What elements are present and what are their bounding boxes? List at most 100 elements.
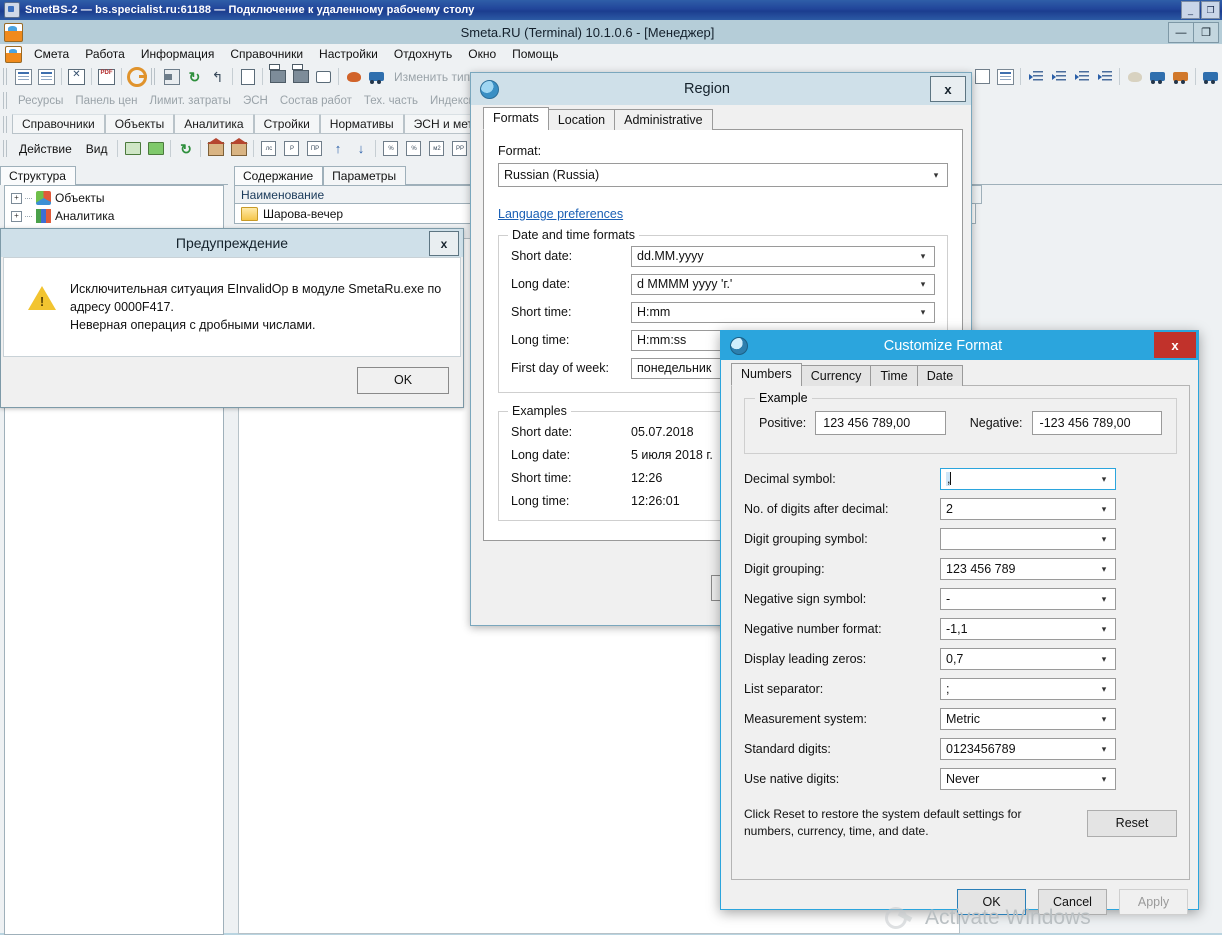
p-icon[interactable]: Р [281,139,302,158]
pp-icon[interactable]: РР [449,139,470,158]
short-date-combobox[interactable]: dd.MM.yyyy ▾ [631,245,935,267]
close-icon[interactable]: x [930,76,966,102]
tab-soderzhanie[interactable]: Содержание [234,166,324,185]
tab-panel-cen[interactable]: Панель цен [69,95,143,107]
tab-resursy[interactable]: Ресурсы [12,95,69,107]
tab-time[interactable]: Time [870,365,918,386]
folder-up-icon[interactable] [122,139,143,158]
action-menu-vid[interactable]: Вид [79,142,115,156]
section-tab-spravochniki[interactable]: Справочники [12,114,105,134]
language-preferences-link[interactable]: Language preferences [498,207,948,221]
arrow-down-icon[interactable]: ↓ [350,139,371,158]
chevron-down-icon[interactable]: ▾ [1096,534,1115,545]
tree-expander[interactable]: + [11,192,22,204]
menu-item-informaciya[interactable]: Информация [133,45,222,63]
menu-item-nastroyki[interactable]: Настройки [311,45,386,63]
percent-icon[interactable]: % [380,139,401,158]
chevron-down-icon[interactable]: ▾ [1096,714,1115,725]
equipment-icon[interactable] [366,67,387,86]
chevron-down-icon[interactable]: ▾ [1096,624,1115,635]
machine-orange-icon[interactable] [1170,67,1191,86]
app-restore-button[interactable]: ❐ [1193,22,1219,43]
tab-sostav-rabot[interactable]: Состав работ [274,95,358,107]
tab-location[interactable]: Location [547,109,616,130]
section-tab-obekty[interactable]: Объекты [104,114,175,134]
tab-date[interactable]: Date [916,365,964,386]
chevron-down-icon[interactable]: ▾ [1096,504,1115,515]
undo-icon[interactable]: ↰ [207,67,228,86]
decimal-symbol-combobox[interactable]: , ▾ [940,468,1116,490]
toolbar-grip[interactable] [3,115,9,133]
indent-add2-icon[interactable] [1048,67,1069,86]
indent-down-icon[interactable] [1071,67,1092,86]
tab-limit-zatraty[interactable]: Лимит. затраты [143,95,236,107]
m2-icon[interactable]: м2 [426,139,447,158]
lc-icon[interactable]: лс [258,139,279,158]
chevron-down-icon[interactable]: ▾ [1096,594,1115,605]
display-leading-zeros-combobox[interactable]: 0,7 ▾ [940,648,1116,670]
negative-sign-symbol-combobox[interactable]: - ▾ [940,588,1116,610]
digit-grouping-combobox[interactable]: 123 456 789 ▾ [940,558,1116,580]
reset-button[interactable]: Reset [1087,809,1177,837]
long-date-combobox[interactable]: d MMMM yyyy 'г.' ▾ [631,273,935,295]
house-edit-icon[interactable] [228,137,249,158]
menu-item-otdohnut[interactable]: Отдохнуть [386,45,460,63]
tab-numbers[interactable]: Numbers [731,363,802,386]
menu-item-rabota[interactable]: Работа [77,45,133,63]
pdf-export-icon[interactable]: PDF [96,67,117,86]
tab-formats[interactable]: Formats [483,107,549,130]
format-combobox[interactable]: Russian (Russia) ▾ [498,163,948,187]
unlock-icon[interactable] [237,67,258,86]
chevron-down-icon[interactable]: ▾ [1096,774,1115,785]
rdp-minimize-button[interactable]: _ [1181,1,1200,19]
search-key-icon[interactable] [126,66,147,87]
chevron-down-icon[interactable]: ▾ [1096,744,1115,755]
tree-expander[interactable]: + [11,210,22,222]
car-icon[interactable] [1200,67,1221,86]
chevron-down-icon[interactable]: ▾ [1096,684,1115,695]
chevron-down-icon[interactable]: ▾ [915,251,934,262]
section-tab-stroyki[interactable]: Стройки [253,114,320,134]
doc-list-icon[interactable] [995,67,1016,86]
warning-ok-button[interactable]: OK [357,366,449,394]
helmet-icon[interactable] [1124,67,1145,86]
toolbar-grip[interactable] [3,140,9,157]
comment-icon[interactable] [313,67,334,86]
menu-app-icon[interactable] [5,45,22,63]
tab-administrative[interactable]: Administrative [614,109,713,130]
chevron-down-icon[interactable]: ▾ [915,279,934,290]
close-icon[interactable]: x [429,231,459,256]
tree-item-objects[interactable]: + Объекты [5,189,223,207]
toolbar-grip[interactable] [3,92,9,109]
truck-blue-icon[interactable] [1147,67,1168,86]
section-tab-analitika[interactable]: Аналитика [174,114,254,134]
percent2-icon[interactable]: % [403,139,424,158]
tab-parametry[interactable]: Параметры [323,166,407,185]
tab-currency[interactable]: Currency [800,365,872,386]
menu-item-smeta[interactable]: Смета [26,45,77,63]
arrow-up-icon[interactable]: ↑ [327,139,348,158]
menu-item-pomosh[interactable]: Помощь [504,45,566,63]
list-indent-icon[interactable] [36,67,57,86]
tree-item-analytics[interactable]: + Аналитика [5,207,223,225]
toolbar-grip[interactable] [151,68,157,85]
print-preview-icon[interactable] [290,67,311,86]
action-menu-deystvie[interactable]: Действие [12,142,79,156]
pr-icon[interactable]: ПР [304,139,325,158]
app-minimize-button[interactable]: — [1168,22,1194,43]
print-icon[interactable] [267,67,288,86]
save-icon[interactable] [161,67,182,86]
menu-item-spravochniki[interactable]: Справочники [222,45,311,63]
digit-grouping-symbol-combobox[interactable]: ▾ [940,528,1116,550]
house-add-icon[interactable] [205,137,226,158]
refresh-icon[interactable]: ↻ [184,67,205,86]
tab-teh-chast[interactable]: Тех. часть [358,95,424,107]
short-time-combobox[interactable]: H:mm ▾ [631,301,935,323]
negative-number-format-combobox[interactable]: -1,1 ▾ [940,618,1116,640]
chevron-down-icon[interactable]: ▾ [915,307,934,318]
standard-digits-combobox[interactable]: 0123456789 ▾ [940,738,1116,760]
indent-add-icon[interactable] [1025,67,1046,86]
rdp-restore-button[interactable]: ❐ [1201,1,1220,19]
chevron-down-icon[interactable]: ▾ [1096,564,1115,575]
indent-right-icon[interactable] [1094,67,1115,86]
